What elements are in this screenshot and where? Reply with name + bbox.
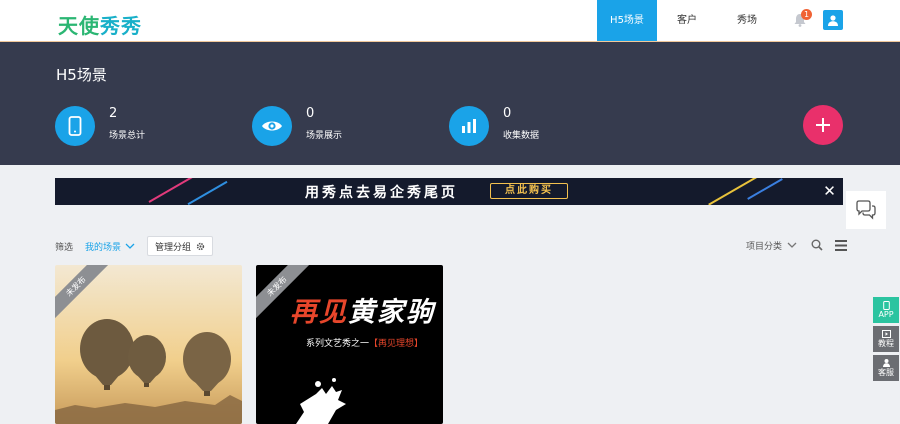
project-category-dropdown[interactable]: 项目分类 (746, 239, 797, 252)
chat-button[interactable] (846, 191, 886, 229)
card-title-part1: 再见 (290, 297, 348, 328)
page-title: H5场景 (56, 66, 107, 84)
gear-icon (196, 242, 205, 250)
user-avatar[interactable] (823, 10, 843, 30)
logo-text-2: 秀秀 (100, 14, 142, 38)
manage-groups-label: 管理分组 (155, 242, 192, 253)
phone-icon (55, 106, 95, 146)
scene-card[interactable]: 再见黄家驹 系列文艺秀之一【再见理想】 未发布 (256, 265, 443, 424)
banner-text: 用秀点去易企秀尾页 (305, 185, 458, 201)
filter-bar: 筛选 我的场景 管理分组 (55, 236, 214, 256)
list-menu-icon[interactable] (835, 239, 848, 251)
eye-icon (252, 106, 292, 146)
side-label: 教程 (878, 338, 894, 348)
stat-label: 场景总计 (109, 131, 146, 141)
mobile-icon (882, 301, 890, 310)
stat-label: 收集数据 (503, 131, 540, 141)
create-scene-button[interactable] (803, 105, 843, 145)
nav-showcase[interactable]: 秀场 (717, 0, 777, 41)
plus-icon (816, 118, 830, 132)
app-download-button[interactable]: APP (873, 297, 899, 323)
card-cover-title: 再见黄家驹 (290, 290, 435, 329)
cover-artwork-image (296, 378, 346, 424)
play-video-icon (881, 329, 891, 338)
promo-banner[interactable]: 用秀点去易企秀尾页 点此购买 ✕ (55, 178, 843, 205)
search-icon[interactable] (811, 239, 823, 251)
tutorial-button[interactable]: 教程 (873, 326, 899, 352)
logo-text-1: 天使 (58, 14, 100, 38)
stat-value: 0 (503, 106, 512, 121)
scene-summary-panel: H5场景 2 场景总计 0 场景展示 0 收集数据 (0, 42, 900, 165)
main-nav: H5场景 客户 秀场 (597, 0, 777, 41)
chevron-down-icon (787, 242, 797, 248)
stat-value: 0 (306, 106, 315, 121)
banner-buy-button[interactable]: 点此购买 (490, 183, 568, 199)
close-icon[interactable]: ✕ (816, 178, 843, 205)
customer-service-button[interactable]: 客服 (873, 355, 899, 381)
side-label: APP (878, 310, 894, 319)
chevron-down-icon (125, 243, 135, 249)
filter-label: 筛选 (55, 242, 74, 253)
manage-groups-button[interactable]: 管理分组 (147, 236, 214, 256)
card-cover-subtitle: 系列文艺秀之一【再见理想】 (306, 336, 423, 349)
user-icon (828, 15, 838, 26)
stat-value: 2 (109, 106, 118, 121)
banner-decoration (747, 178, 783, 200)
logo[interactable]: 天使秀秀 (58, 10, 142, 39)
my-scenes-dropdown[interactable]: 我的场景 (85, 240, 135, 253)
side-label: 客服 (878, 368, 894, 377)
card-subtitle-part1: 系列文艺秀之一 (306, 339, 370, 349)
view-tools: 项目分类 (746, 236, 848, 254)
banner-decoration (187, 180, 228, 205)
user-icon (882, 359, 890, 367)
nav-customers[interactable]: 客户 (657, 0, 717, 41)
banner-decoration (708, 178, 757, 205)
top-bar: 天使秀秀 H5场景 客户 秀场 1 (0, 0, 900, 42)
my-scenes-label: 我的场景 (85, 242, 122, 253)
nav-h5-scenes[interactable]: H5场景 (597, 0, 657, 41)
project-category-label: 项目分类 (746, 241, 783, 252)
chat-bubble-icon (856, 200, 876, 220)
notification-badge: 1 (801, 9, 812, 20)
card-title-part2: 黄家驹 (348, 297, 435, 328)
bar-chart-icon (449, 106, 489, 146)
card-subtitle-part2: 【再见理想】 (369, 339, 424, 349)
scene-card[interactable]: 未发布 (55, 265, 242, 424)
stat-label: 场景展示 (306, 131, 343, 141)
